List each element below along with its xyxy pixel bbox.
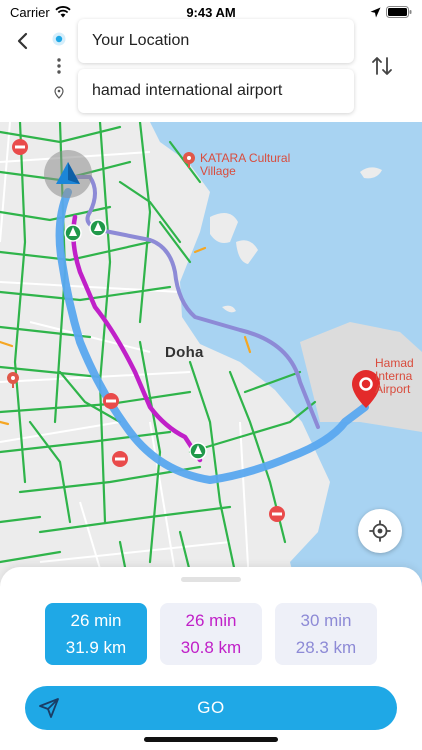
city-label: Doha bbox=[165, 344, 204, 361]
katara-label-line2: Village bbox=[200, 164, 236, 178]
location-arrow-icon bbox=[370, 7, 381, 17]
battery-icon bbox=[386, 6, 412, 18]
map-view[interactable]: KATARA Cultural Village Doha Hamad Inter… bbox=[0, 122, 422, 602]
route-connector bbox=[52, 32, 66, 99]
origin-input[interactable]: Your Location bbox=[78, 19, 354, 63]
no-entry-marker bbox=[112, 451, 128, 467]
carrier-label: Carrier bbox=[10, 4, 50, 20]
status-left: Carrier bbox=[10, 5, 71, 20]
no-entry-marker bbox=[12, 139, 28, 155]
no-entry-marker bbox=[103, 393, 119, 409]
route-option-1[interactable]: 26 min 31.9 km bbox=[45, 603, 147, 665]
park-marker bbox=[64, 224, 82, 242]
airport-label: Hamad Interna Airport bbox=[375, 357, 414, 396]
navigation-arrow-icon bbox=[44, 150, 92, 198]
route-options-sheet: 26 min 31.9 km 26 min 30.8 km 30 min 28.… bbox=[0, 567, 422, 750]
status-right bbox=[370, 6, 412, 18]
route-distance: 30.8 km bbox=[180, 638, 242, 657]
back-chevron-icon bbox=[17, 32, 28, 50]
park-marker bbox=[89, 219, 107, 237]
navigation-screen: Carrier 9:43 AM Your Location hamad inte… bbox=[0, 0, 422, 750]
route-distance: 28.3 km bbox=[295, 638, 357, 657]
park-marker bbox=[189, 442, 207, 460]
route-option-2[interactable]: 26 min 30.8 km bbox=[160, 603, 262, 665]
route-time: 26 min bbox=[185, 611, 237, 630]
wifi-icon bbox=[55, 6, 71, 18]
go-button[interactable]: GO bbox=[25, 686, 397, 730]
send-icon bbox=[39, 698, 59, 718]
airport-label-line3: Airport bbox=[375, 382, 411, 396]
route-option-3[interactable]: 30 min 28.3 km bbox=[275, 603, 377, 665]
katara-label: KATARA Cultural Village bbox=[200, 152, 290, 178]
route-distance: 31.9 km bbox=[65, 638, 127, 657]
locate-me-button[interactable] bbox=[358, 509, 402, 553]
back-button[interactable] bbox=[8, 26, 36, 56]
no-entry-marker bbox=[269, 506, 285, 522]
destination-pin-icon bbox=[54, 86, 64, 99]
destination-input[interactable]: hamad international airport bbox=[78, 69, 354, 113]
sheet-grabber[interactable] bbox=[181, 577, 241, 582]
locate-icon bbox=[369, 520, 391, 542]
route-time: 26 min bbox=[70, 611, 122, 630]
home-indicator[interactable] bbox=[144, 737, 278, 742]
route-time: 30 min bbox=[300, 611, 352, 630]
swap-button[interactable] bbox=[366, 50, 398, 82]
swap-icon bbox=[372, 57, 392, 75]
go-label: GO bbox=[197, 698, 225, 717]
